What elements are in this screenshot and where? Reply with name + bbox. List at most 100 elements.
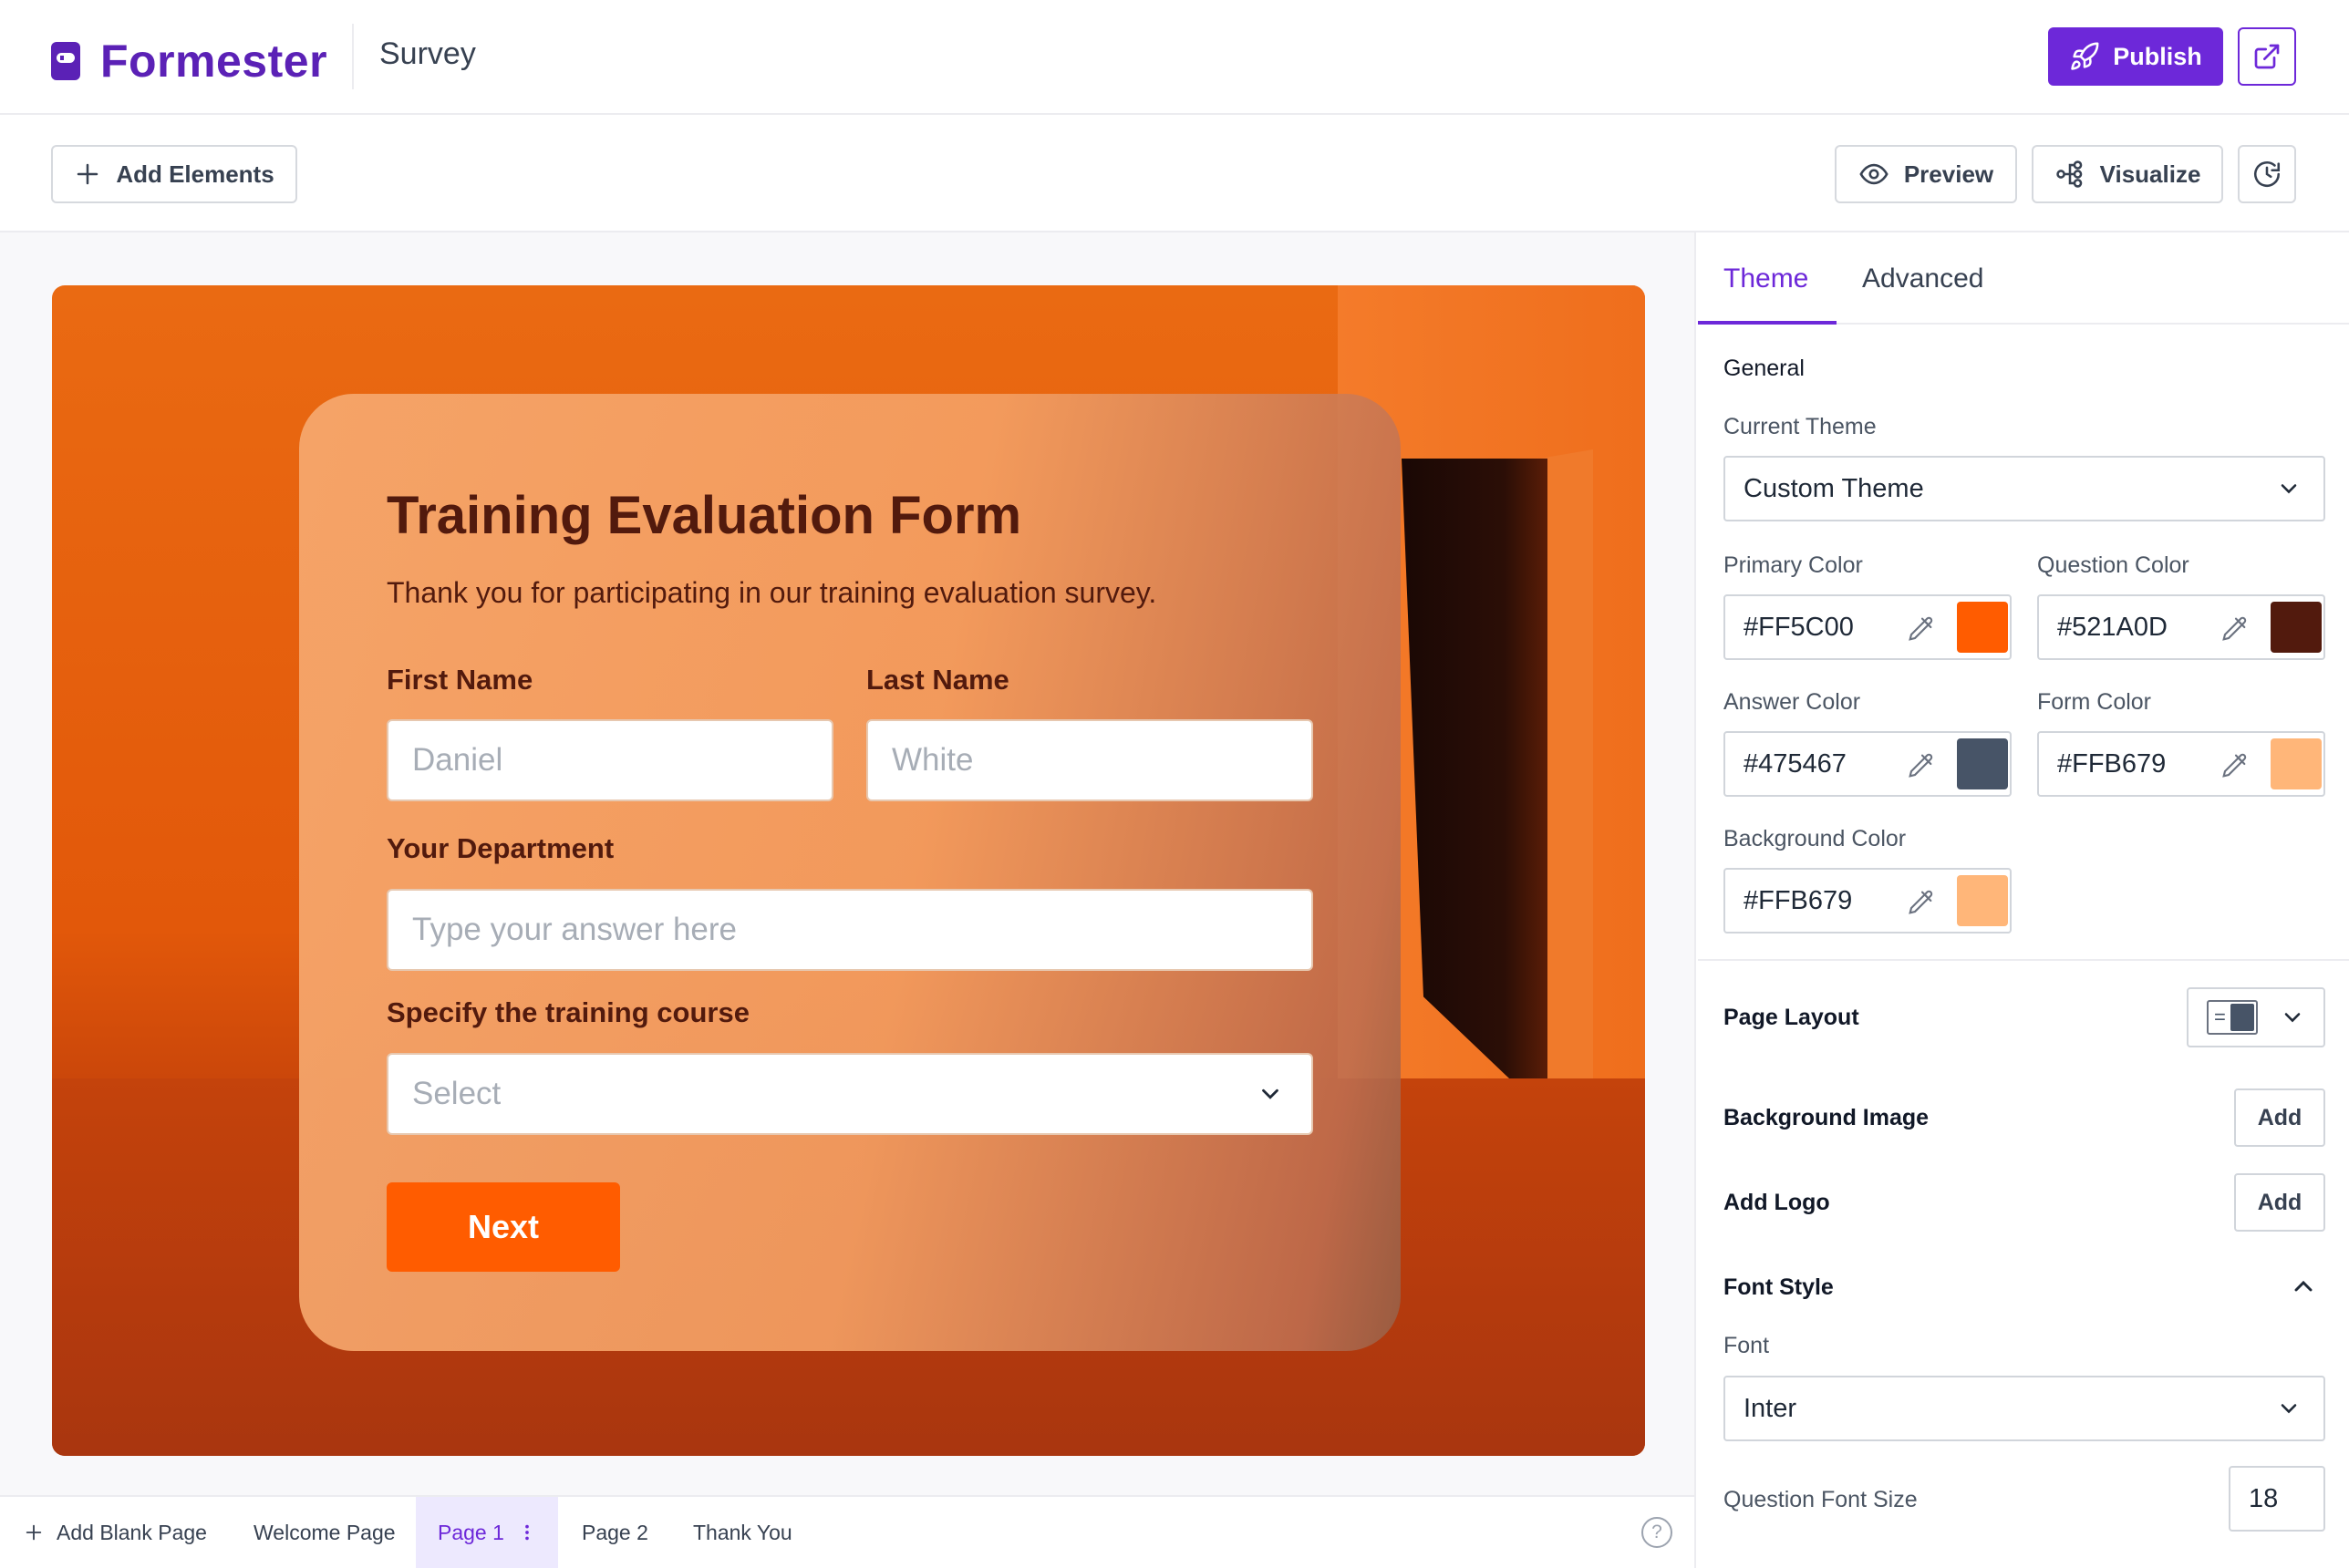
answer-color-label: Answer Color — [1723, 689, 1861, 715]
question-font-size-input[interactable]: 18 — [2229, 1466, 2325, 1532]
toolbar: Add Elements Preview Visualize — [0, 115, 2349, 232]
form-card: Training Evaluation Form Thank you for p… — [299, 394, 1401, 1351]
rocket-icon — [2071, 42, 2099, 70]
panel-tabs: Theme Advanced — [1698, 232, 2349, 325]
publish-button[interactable]: Publish — [2048, 27, 2223, 86]
current-theme-value: Custom Theme — [1744, 473, 1924, 503]
department-input[interactable]: Type your answer here — [387, 889, 1313, 971]
font-select-value: Inter — [1744, 1393, 1797, 1423]
logo[interactable]: Formester — [51, 35, 327, 88]
active-tab-indicator — [1698, 321, 1837, 325]
add-background-image-button[interactable]: Add — [2234, 1088, 2325, 1147]
help-icon[interactable]: ? — [1641, 1517, 1672, 1548]
first-name-label: First Name — [387, 664, 533, 696]
page-tab-thank-you[interactable]: Thank You — [693, 1497, 792, 1568]
answer-color-field[interactable]: #475467 — [1723, 731, 2012, 797]
general-heading: General — [1723, 356, 1805, 381]
chevron-down-icon — [2281, 484, 2297, 494]
answer-color-swatch[interactable] — [1957, 738, 2008, 789]
page-tab-page-2[interactable]: Page 2 — [582, 1497, 648, 1568]
add-logo-button[interactable]: Add — [2234, 1173, 2325, 1232]
background-color-field[interactable]: #FFB679 — [1723, 868, 2012, 934]
font-label: Font — [1723, 1333, 1770, 1358]
chevron-down-icon — [2281, 1404, 2297, 1414]
history-button[interactable] — [2238, 145, 2296, 203]
last-name-label: Last Name — [866, 664, 1009, 696]
page-tabs-bar: Add Blank Page Welcome Page Page 1 Page … — [0, 1495, 1696, 1568]
theme-panel: Theme Advanced General Current Theme Cus… — [1698, 232, 2349, 1568]
divider — [1698, 959, 2349, 961]
history-icon — [2253, 161, 2281, 188]
font-select[interactable]: Inter — [1723, 1376, 2325, 1441]
eyedropper-icon[interactable] — [1908, 886, 1946, 915]
question-color-field[interactable]: #521A0D — [2037, 594, 2325, 660]
course-select[interactable]: Select — [387, 1053, 1313, 1135]
page-layout-label: Page Layout — [1723, 1005, 1859, 1030]
chevron-down-icon — [1262, 1088, 1278, 1099]
form-heading[interactable]: Training Evaluation Form — [387, 485, 1021, 546]
tab-theme[interactable]: Theme — [1723, 263, 1808, 294]
plus-icon — [26, 1524, 42, 1541]
form-title-breadcrumb[interactable]: Survey — [379, 36, 476, 72]
top-bar: Formester Survey Publish — [0, 0, 2349, 115]
next-button[interactable]: Next — [387, 1182, 620, 1272]
question-color-value: #521A0D — [2057, 612, 2168, 642]
add-blank-page-button[interactable]: Add Blank Page — [24, 1497, 207, 1568]
eyedropper-icon[interactable] — [1908, 749, 1946, 779]
preview-button[interactable]: Preview — [1835, 145, 2017, 203]
chevron-up-icon[interactable] — [2289, 1272, 2318, 1301]
page-tab-welcome[interactable]: Welcome Page — [254, 1497, 396, 1568]
page-tab-label: Page 1 — [438, 1520, 504, 1544]
more-vertical-icon[interactable] — [517, 1522, 537, 1542]
add-blank-page-label: Add Blank Page — [57, 1520, 207, 1544]
add-logo-label: Add Logo — [1723, 1190, 1830, 1215]
department-label: Your Department — [387, 832, 615, 864]
form-description[interactable]: Thank you for participating in our train… — [387, 576, 1156, 610]
add-elements-label: Add Elements — [116, 160, 274, 188]
form-background: Training Evaluation Form Thank you for p… — [52, 285, 1645, 1456]
course-select-value: Select — [412, 1076, 502, 1111]
chevron-down-icon — [2284, 1013, 2301, 1023]
background-color-label: Background Color — [1723, 826, 1907, 851]
page-layout-select[interactable] — [2187, 987, 2325, 1047]
form-color-field[interactable]: #FFB679 — [2037, 731, 2325, 797]
open-form-button[interactable] — [2238, 27, 2296, 86]
primary-color-field[interactable]: #FF5C00 — [1723, 594, 2012, 660]
form-color-swatch[interactable] — [2271, 738, 2322, 789]
question-color-label: Question Color — [2037, 552, 2189, 578]
current-theme-select[interactable]: Custom Theme — [1723, 456, 2325, 521]
form-color-value: #FFB679 — [2057, 748, 2167, 779]
visualize-button[interactable]: Visualize — [2032, 145, 2223, 203]
layout-split-icon — [2207, 1000, 2258, 1035]
tab-advanced[interactable]: Advanced — [1862, 263, 1983, 294]
question-font-size-label: Question Font Size — [1723, 1487, 1918, 1512]
primary-color-label: Primary Color — [1723, 552, 1863, 578]
page-tab-page-1[interactable]: Page 1 — [416, 1497, 558, 1568]
answer-color-value: #475467 — [1744, 748, 1847, 779]
eyedropper-icon[interactable] — [1908, 613, 1946, 642]
form-canvas: Training Evaluation Form Thank you for p… — [0, 232, 1696, 1495]
background-image-label: Background Image — [1723, 1105, 1930, 1130]
primary-color-swatch[interactable] — [1957, 602, 2008, 653]
font-style-label: Font Style — [1723, 1274, 1834, 1300]
flow-icon — [2055, 160, 2082, 188]
visualize-label: Visualize — [2099, 160, 2201, 188]
preview-label: Preview — [1903, 160, 1994, 188]
question-color-swatch[interactable] — [2271, 602, 2322, 653]
divider — [352, 24, 354, 89]
external-link-icon — [2254, 44, 2280, 69]
form-color-label: Form Color — [2037, 689, 2152, 715]
eyedropper-icon[interactable] — [2221, 749, 2260, 779]
add-elements-button[interactable]: Add Elements — [51, 145, 297, 203]
brand-name: Formester — [100, 36, 328, 87]
first-name-input[interactable]: Daniel — [387, 719, 833, 801]
background-color-swatch[interactable] — [1957, 875, 2008, 926]
eyedropper-icon[interactable] — [2221, 613, 2260, 642]
primary-color-value: #FF5C00 — [1744, 612, 1854, 642]
background-color-value: #FFB679 — [1744, 885, 1853, 915]
current-theme-label: Current Theme — [1723, 414, 1877, 439]
eye-icon — [1859, 163, 1889, 185]
publish-label: Publish — [2113, 42, 2202, 70]
formester-logo-icon — [51, 42, 80, 80]
last-name-input[interactable]: White — [866, 719, 1313, 801]
